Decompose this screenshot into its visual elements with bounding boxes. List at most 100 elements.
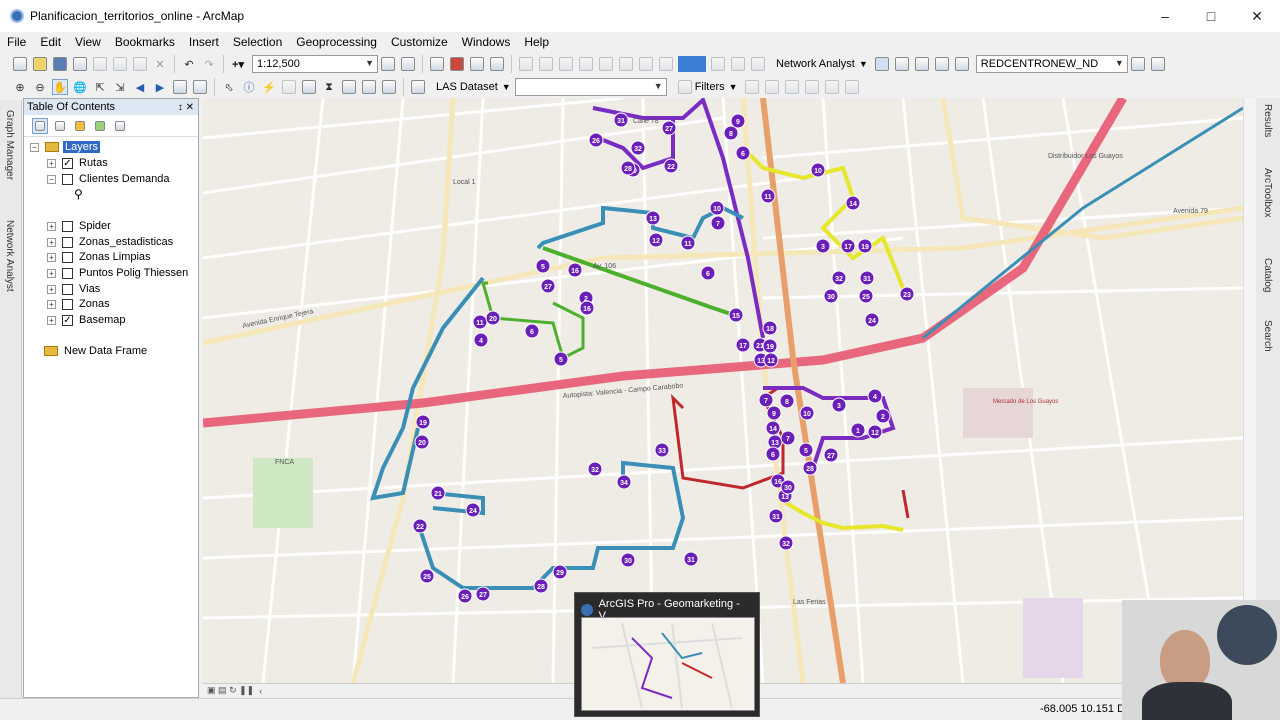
- new-data-frame[interactable]: New Data Frame: [44, 345, 147, 357]
- menu-bookmarks[interactable]: Bookmarks: [108, 35, 182, 49]
- las-dataset-menu[interactable]: LAS Dataset: [436, 81, 498, 93]
- menu-geoprocessing[interactable]: Geoprocessing: [289, 35, 384, 49]
- select-elements-icon[interactable]: ⬁: [221, 79, 237, 95]
- filters-menu[interactable]: Filters: [695, 81, 725, 93]
- tab-network-analyst[interactable]: Network Analyst: [4, 220, 15, 292]
- save-icon[interactable]: [52, 56, 68, 72]
- zoom-out-icon[interactable]: ⊖: [32, 79, 48, 95]
- zoom-in-icon[interactable]: ⊕: [12, 79, 28, 95]
- solve-icon[interactable]: [934, 56, 950, 72]
- tool-d-icon[interactable]: [578, 56, 594, 72]
- find-icon[interactable]: ⧗: [321, 79, 337, 95]
- layer-clientes-demanda[interactable]: − Clientes Demanda: [47, 173, 170, 185]
- identify-icon[interactable]: ⓘ: [241, 79, 257, 95]
- directions-icon[interactable]: [954, 56, 970, 72]
- table-icon[interactable]: [400, 56, 416, 72]
- layer-checkbox[interactable]: [62, 267, 73, 279]
- modelbuilder-icon[interactable]: [489, 56, 505, 72]
- list-by-source-icon[interactable]: [52, 118, 68, 134]
- tab-arctoolbox[interactable]: ArcToolbox: [1262, 168, 1273, 217]
- pan-icon[interactable]: ✋: [52, 79, 68, 95]
- layer-rutas[interactable]: + ✓ Rutas: [47, 157, 108, 169]
- cut-icon[interactable]: [92, 56, 108, 72]
- las-tool-c-icon[interactable]: [784, 79, 800, 95]
- copy-icon[interactable]: [112, 56, 128, 72]
- expand-icon[interactable]: +: [47, 268, 56, 278]
- collapse-icon[interactable]: −: [47, 174, 56, 184]
- layer-checkbox[interactable]: [62, 298, 73, 310]
- tool-h-icon[interactable]: [658, 56, 674, 72]
- layer-checkbox[interactable]: [62, 173, 73, 185]
- color-swatch[interactable]: [678, 56, 706, 72]
- layer-basemap[interactable]: + ✓ Basemap: [47, 314, 125, 326]
- scroll-left-button[interactable]: ‹: [259, 686, 262, 696]
- time-slider-icon[interactable]: [381, 79, 397, 95]
- las-tool-a-icon[interactable]: [744, 79, 760, 95]
- fixed-zoom-out-icon[interactable]: ⇲: [112, 79, 128, 95]
- hyperlink-icon[interactable]: ⚡: [261, 79, 277, 95]
- print-icon[interactable]: [72, 56, 88, 72]
- expand-icon[interactable]: +: [47, 237, 56, 247]
- layer-checkbox[interactable]: ✓: [62, 314, 73, 326]
- las-tool-d-icon[interactable]: [804, 79, 820, 95]
- open-icon[interactable]: [32, 56, 48, 72]
- network-options-icon[interactable]: [1150, 56, 1166, 72]
- tab-graph-manager[interactable]: Graph Manager: [4, 110, 15, 180]
- tab-search[interactable]: Search: [1262, 320, 1273, 352]
- scale-combo[interactable]: 1:12,500 ▼: [252, 55, 378, 73]
- undo-icon[interactable]: ↶: [181, 56, 197, 72]
- html-popup-icon[interactable]: [281, 79, 297, 95]
- menu-customize[interactable]: Customize: [384, 35, 455, 49]
- layer-checkbox[interactable]: [62, 220, 73, 232]
- layer-zonas-estadisticas[interactable]: + Zonas_estadisticas: [47, 236, 173, 248]
- menu-help[interactable]: Help: [517, 35, 556, 49]
- expand-icon[interactable]: +: [47, 221, 56, 231]
- expand-icon[interactable]: +: [47, 252, 56, 262]
- minimize-button[interactable]: –: [1142, 0, 1188, 32]
- add-data-icon[interactable]: +▾: [230, 56, 246, 72]
- las-layer-combo[interactable]: ▼: [514, 78, 667, 96]
- tool-b-icon[interactable]: [538, 56, 554, 72]
- measure-icon[interactable]: [301, 79, 317, 95]
- select-move-icon[interactable]: [914, 56, 930, 72]
- clear-selection-icon[interactable]: [192, 79, 208, 95]
- collapse-icon[interactable]: −: [30, 142, 39, 152]
- maximize-button[interactable]: □: [1188, 0, 1234, 32]
- layer-zonas-limpias[interactable]: + Zonas Limpias: [47, 251, 151, 263]
- list-by-visibility-icon[interactable]: [72, 118, 88, 134]
- toc-pin-close-icon[interactable]: ↕ ✕: [178, 102, 198, 113]
- map-vertical-scrollbar[interactable]: [1243, 98, 1256, 683]
- python-icon[interactable]: [469, 56, 485, 72]
- network-analyst-menu[interactable]: Network Analyst: [776, 58, 855, 70]
- toc-options-icon[interactable]: [112, 118, 128, 134]
- las-tool-f-icon[interactable]: [844, 79, 860, 95]
- tool-i-icon[interactable]: [710, 56, 726, 72]
- layer-checkbox[interactable]: [62, 251, 73, 263]
- arctoolbox-icon[interactable]: [449, 56, 465, 72]
- back-extent-icon[interactable]: ◀: [132, 79, 148, 95]
- network-dataset-combo[interactable]: REDCENTRONEW_ND ▼: [975, 55, 1128, 73]
- tool-a-icon[interactable]: [518, 56, 534, 72]
- list-by-drawing-order-icon[interactable]: [32, 117, 48, 134]
- tool-k-icon[interactable]: [750, 56, 766, 72]
- create-stop-icon[interactable]: [894, 56, 910, 72]
- pause-drawing-button[interactable]: ❚❚: [239, 685, 254, 696]
- layer-checkbox[interactable]: [62, 236, 73, 248]
- refresh-view-button[interactable]: ↻: [229, 685, 237, 696]
- expand-icon[interactable]: +: [47, 284, 56, 294]
- menu-insert[interactable]: Insert: [182, 35, 226, 49]
- tool-j-icon[interactable]: [730, 56, 746, 72]
- data-view-button[interactable]: ▣: [207, 685, 216, 696]
- tab-results[interactable]: Results: [1262, 104, 1273, 137]
- menu-selection[interactable]: Selection: [226, 35, 289, 49]
- redo-icon[interactable]: ↷: [201, 56, 217, 72]
- expand-icon[interactable]: +: [47, 158, 56, 168]
- tool-g-icon[interactable]: [638, 56, 654, 72]
- new-document-icon[interactable]: [12, 56, 28, 72]
- layer-checkbox[interactable]: ✓: [62, 157, 73, 169]
- select-features-icon[interactable]: [172, 79, 188, 95]
- menu-view[interactable]: View: [68, 35, 108, 49]
- xy-icon[interactable]: [361, 79, 377, 95]
- editor-icon[interactable]: [380, 56, 396, 72]
- menu-windows[interactable]: Windows: [455, 35, 518, 49]
